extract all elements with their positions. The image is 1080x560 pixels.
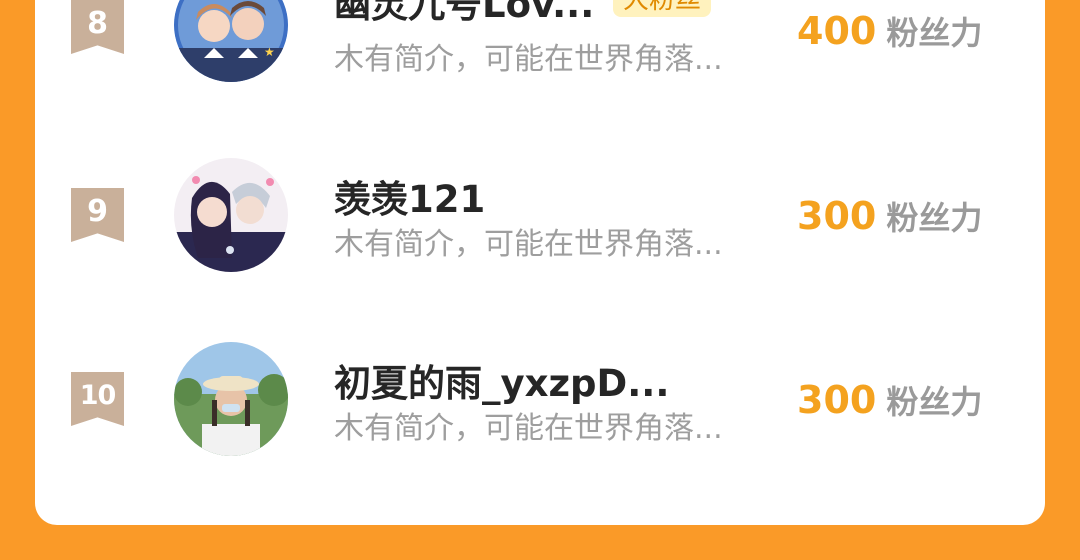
fan-list-item-9[interactable]: 9 羡羡121 木有简介，可能在世界角落... 300 粉丝力 (35, 155, 1045, 275)
fan-name[interactable]: 幽灵九号Lov... (334, 0, 594, 28)
fan-score-unit: 粉丝力 (886, 14, 983, 52)
fan-score-unit: 粉丝力 (886, 383, 983, 421)
fan-bio: 木有简介，可能在世界角落... (334, 227, 723, 262)
fan-bio: 木有简介，可能在世界角落... (334, 411, 723, 446)
rank-badge: 8 (71, 0, 124, 54)
fan-bio: 木有简介，可能在世界角落... (334, 42, 723, 77)
avatar[interactable] (174, 158, 288, 272)
fan-level-badge: 大粉丝 (613, 0, 712, 17)
avatar[interactable] (174, 342, 288, 456)
anime-boys-avatar-image: ★ (174, 0, 288, 82)
avatar[interactable]: ★ (174, 0, 288, 82)
fan-score-unit: 粉丝力 (886, 199, 983, 237)
fan-score: 400 粉丝力 (797, 8, 982, 54)
fan-score-value: 300 (797, 378, 877, 422)
photo-girl-avatar-image (174, 342, 288, 456)
fan-name[interactable]: 初夏的雨_yxzpD... (334, 353, 669, 407)
rank-badge: 10 (71, 372, 124, 426)
fan-score-value: 300 (797, 194, 877, 238)
fan-list-item-10[interactable]: 10 初夏的雨_yxzpD... 木有简介，可能在世界角落... 300 粉丝力 (35, 339, 1045, 459)
fan-ranking-card: 8 ★ 幽灵九号Lov... 大粉丝 木有简介，可能在世界角落... 400 粉丝… (35, 0, 1045, 525)
anime-couple-avatar-image (174, 158, 288, 272)
fan-list-item-8[interactable]: 8 ★ 幽灵九号Lov... 大粉丝 木有简介，可能在世界角落... 400 粉丝… (35, 0, 1045, 100)
fan-score: 300 粉丝力 (797, 377, 982, 423)
rank-badge: 9 (71, 188, 124, 242)
fan-score: 300 粉丝力 (797, 193, 982, 239)
svg-text:★: ★ (264, 45, 275, 59)
fan-score-value: 400 (797, 9, 877, 53)
fan-name[interactable]: 羡羡121 (334, 169, 485, 223)
